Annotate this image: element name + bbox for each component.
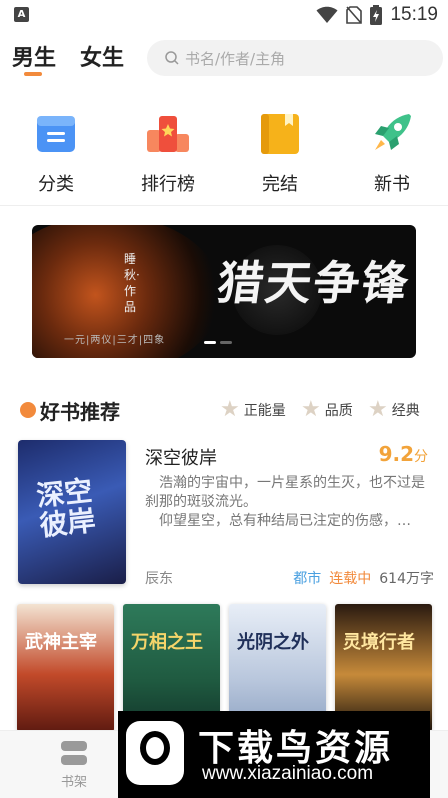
- genre-tag: 都市: [293, 571, 322, 587]
- category-new-label: 新书: [374, 174, 410, 195]
- recommend-section-header: 好书推荐 ★ 正能量 ★ 品质 ★ 经典: [0, 390, 448, 430]
- list-doc-icon: [33, 110, 79, 156]
- filter-quality-label: 品质: [324, 403, 353, 419]
- watermark-overlay: 下载鸟资源 www.xiazainiao.com: [118, 711, 430, 798]
- nav-bookshelf[interactable]: 书架: [44, 739, 104, 790]
- search-bar[interactable]: 书名/作者/主角: [147, 40, 443, 76]
- notification-icon: A: [14, 7, 29, 22]
- battery-charging-icon: [370, 5, 383, 25]
- featured-desc-line-1: 浩瀚的宇宙中，一片星系的生灭，也不过是刹那的斑驳流光。: [145, 475, 425, 510]
- banner-dot: [220, 341, 232, 344]
- score-unit: 分: [414, 449, 428, 465]
- filter-positive-label: 正能量: [243, 403, 286, 419]
- section-title: 好书推荐: [40, 400, 120, 424]
- featured-book-description: 浩瀚的宇宙中，一片星系的生灭，也不过是刹那的斑驳流光。 仰望星空，总有种结局已注…: [145, 474, 431, 531]
- featured-cover-title: 深空彼岸: [34, 473, 98, 543]
- featured-book-tags: 都市 连载中 614万字: [293, 568, 434, 588]
- book-cover-title: 武神主宰: [25, 632, 97, 653]
- status-tag: 连载中: [329, 571, 372, 587]
- book-cover[interactable]: 武神主宰: [17, 604, 114, 732]
- watermark-url: www.xiazainiao.com: [202, 763, 374, 784]
- featured-book[interactable]: 深空彼岸 深空彼岸 9.2分 浩瀚的宇宙中，一片星系的生灭，也不过是刹那的斑驳流…: [0, 438, 448, 588]
- filter-quality[interactable]: ★ 品质: [301, 397, 353, 422]
- category-row: 分类 排行榜 完结 新书: [0, 104, 448, 196]
- score-value: 9.2: [378, 442, 414, 466]
- category-finished[interactable]: 完结: [235, 104, 325, 196]
- no-sim-icon: [346, 6, 363, 24]
- star-icon: ★: [301, 397, 321, 422]
- featured-book-score: 9.2分: [379, 442, 428, 466]
- category-ranking[interactable]: 排行榜: [123, 104, 213, 196]
- divider: [0, 205, 448, 206]
- finished-book-icon: [257, 110, 303, 156]
- search-placeholder: 书名/作者/主角: [185, 49, 286, 68]
- banner-dot-active: [204, 341, 216, 344]
- word-count: 614万字: [379, 571, 434, 587]
- fire-icon: [20, 402, 36, 418]
- banner-subtitle: 一元|两仪|三才|四象: [64, 335, 166, 346]
- banner-pager: [204, 341, 232, 344]
- filter-classic[interactable]: ★ 经典: [368, 397, 420, 422]
- status-bar: A 15:19: [0, 0, 448, 32]
- banner-title: 猎天争锋: [213, 256, 414, 310]
- wifi-icon: [316, 6, 338, 23]
- category-finished-label: 完结: [262, 174, 298, 195]
- ranking-podium-icon: [145, 110, 191, 156]
- category-ranking-label: 排行榜: [141, 174, 195, 195]
- featured-book-title: 深空彼岸: [145, 448, 217, 469]
- filter-positive[interactable]: ★ 正能量: [220, 397, 286, 422]
- book-cover-title: 万相之王: [131, 632, 203, 653]
- book-cover-title: 光阴之外: [237, 632, 309, 653]
- nav-bookshelf-label: 书架: [60, 775, 87, 790]
- promo-banner[interactable]: 睡秋·作品 猎天争锋 一元|两仪|三才|四象: [32, 225, 416, 358]
- tab-female[interactable]: 女生: [80, 40, 124, 72]
- featured-book-author: 辰东: [145, 571, 173, 587]
- featured-desc-line-2: 仰望星空，总有种结局已注定的伤感，…: [159, 513, 411, 529]
- star-icon: ★: [220, 397, 240, 422]
- rocket-icon: [369, 110, 415, 156]
- banner-author: 睡秋·作品: [124, 252, 140, 314]
- filter-classic-label: 经典: [391, 403, 420, 419]
- book-cover-title: 灵境行者: [343, 632, 415, 653]
- star-icon: ★: [368, 397, 388, 422]
- featured-book-cover[interactable]: 深空彼岸: [18, 440, 126, 584]
- tab-male[interactable]: 男生: [12, 40, 56, 72]
- search-icon: [165, 51, 179, 65]
- bookshelf-icon: [59, 739, 89, 767]
- clock: 15:19: [390, 4, 438, 25]
- category-classify-label: 分类: [38, 174, 74, 195]
- category-classify[interactable]: 分类: [11, 104, 101, 196]
- category-new[interactable]: 新书: [347, 104, 437, 196]
- watermark-logo-icon: [126, 721, 184, 785]
- top-header: 男生 女生 书名/作者/主角: [0, 36, 448, 80]
- active-tab-indicator: [24, 72, 42, 76]
